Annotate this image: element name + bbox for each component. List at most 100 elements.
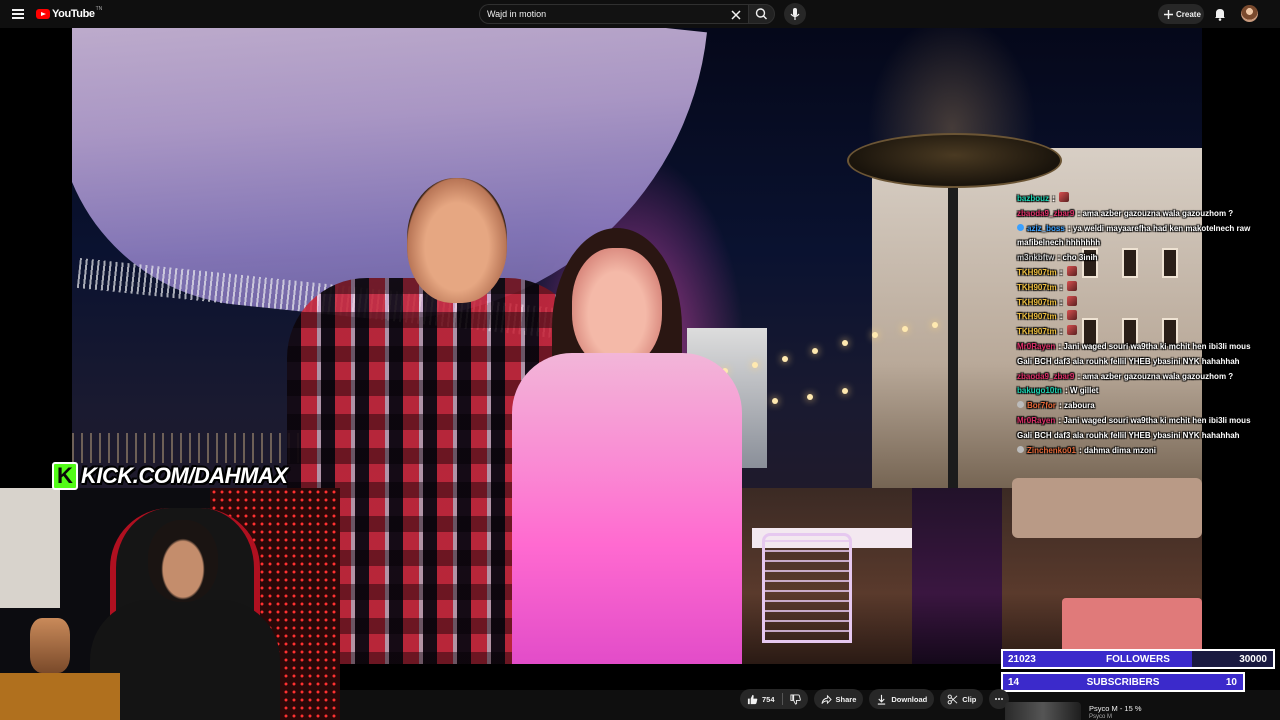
chat-message: bazbouz : [1017,192,1257,207]
recommended-title[interactable]: Psyco M - 15 % [1089,704,1142,713]
chat-message: TKH907tm : [1017,295,1257,311]
chat-separator: : [1057,327,1065,337]
logo-text: YouTube [52,8,95,20]
chat-text: ama azber gazouzna wala gazouzhom ? [1082,371,1234,381]
share-label: Share [835,694,857,704]
followers-goal-bar: 21023 FOLLOWERS 30000 [1001,649,1275,669]
logo-country-code: TN [95,6,103,12]
followers-target: 30000 [1239,654,1267,665]
recommended-video[interactable]: Psyco M - 15 % Psyco M [1005,702,1275,720]
string-lights [712,318,972,418]
followers-label: FOLLOWERS [1106,654,1170,665]
chat-message: Bor7for : zaboura [1017,399,1257,414]
like-button[interactable]: 754 [740,689,782,709]
chat-badge-icon [1017,445,1024,453]
search-query: Wajd in motion [487,9,547,19]
youtube-logo[interactable]: YouTube TN [36,6,103,21]
subscribers-target: 10 [1225,677,1237,688]
account-avatar[interactable] [1241,5,1258,22]
chat-username: Zinchenko01 [1027,445,1076,455]
chat-message: Zinchenko01 : dahma dima mzoni [1017,444,1257,459]
video-actions: 754 Share Download Clip [740,689,1010,709]
chat-message: aziz_boss : ya weldi mayaarefha had ken … [1017,222,1257,252]
chat-message: m3nkbftw : cho 3inih [1017,251,1257,266]
chat-separator: : [1057,297,1065,307]
chat-username: TKH907tm [1017,312,1057,322]
chat-emote-icon [1066,325,1077,336]
plus-icon [1164,9,1173,19]
chat-separator: : [1057,267,1065,277]
chat-username: TKH907tm [1017,282,1057,292]
chat-separator: : [1056,401,1064,411]
chat-username: zbaoda9_zbar9 [1017,371,1075,381]
create-button[interactable]: Create [1158,4,1204,24]
chat-badge-icon [1017,401,1024,409]
chat-message: zbaoda9_zbar9 : ama azber gazouzna wala … [1017,207,1257,222]
kick-channel-banner: K KICK.COM/DAHMAX [52,461,288,491]
subscribers-goal-bar: 14 SUBSCRIBERS 10 [1001,672,1245,692]
thumbs-down-icon [789,693,801,705]
clear-search-icon[interactable] [730,8,742,20]
chat-message: bakugo10tn : W gillet [1017,384,1257,399]
kick-logo-icon: K [52,462,78,490]
search-icon [755,8,767,20]
clip-button[interactable]: Clip [940,689,984,709]
voice-search-button[interactable] [784,3,806,25]
notifications-bell-icon[interactable] [1212,6,1228,22]
menu-icon[interactable] [10,6,26,22]
chat-message: Mr0Rayen : Jani waged souri wa9tha ki mc… [1017,414,1257,444]
chat-text: W gillet [1070,386,1099,396]
create-label: Create [1176,9,1201,19]
streamer-head [148,520,218,602]
clip-label: Clip [962,694,977,704]
chat-message: zbaoda9_zbar9 : ama azber gazouzna wala … [1017,370,1257,385]
chat-username: bakugo10tn [1017,386,1062,396]
chat-text: zaboura [1064,401,1095,411]
like-count: 754 [762,694,775,704]
woman-in-trench-coat [512,228,742,664]
like-dislike-group: 754 [740,689,808,709]
patio-chair [762,533,852,643]
download-label: Download [891,694,928,704]
chat-message: TKH907tm : [1017,310,1257,325]
chat-username: aziz_boss [1027,223,1065,233]
more-horizontal-icon [995,698,1004,700]
chat-message: TKH907tm : [1017,280,1257,296]
thumbs-up-icon [747,694,758,704]
chat-username: m3nkbftw [1017,253,1055,263]
patio-heater [847,133,1062,188]
chat-username: TKH907tm [1017,327,1057,337]
chat-separator: : [1062,386,1071,396]
chat-message: TKH907tm : [1017,265,1257,281]
dislike-button[interactable] [783,689,808,709]
chat-username: Bor7for [1027,401,1056,411]
chat-emote-icon [1059,192,1070,202]
chat-text: dahma dima mzoni [1084,445,1157,455]
patio-heater-base [912,488,1002,664]
microphone-icon [790,8,800,20]
chat-message: Mr0Rayen : Jani waged souri wa9tha ki mc… [1017,340,1257,370]
share-icon [820,694,832,704]
chat-badge-icon [1017,223,1024,231]
shelf [0,488,60,608]
chat-separator: : [1065,223,1073,233]
recommended-thumbnail[interactable] [1005,702,1081,720]
city-skyline [72,433,302,463]
recommended-channel[interactable]: Psyco M [1089,714,1112,720]
chat-overlay: bazbouz : zbaoda9_zbar9 : ama azber gazo… [1017,192,1257,458]
top-bar: YouTube TN Wajd in motion Create [0,0,1280,28]
search-input[interactable]: Wajd in motion [479,4,748,24]
download-icon [878,694,886,705]
chat-separator: : [1076,445,1085,455]
desk [0,673,120,720]
chat-username: TKH907tm [1017,297,1057,307]
search-button[interactable] [748,4,775,24]
download-button[interactable]: Download [869,689,935,709]
streamer-hand [30,618,70,673]
chat-username: zbaoda9_zbar9 [1017,208,1075,218]
chat-username: bazbouz [1017,194,1049,203]
chat-emote-icon [1066,280,1077,291]
chat-emote-icon [1066,295,1077,306]
share-button[interactable]: Share [813,689,864,709]
chat-separator: : [1057,282,1065,292]
